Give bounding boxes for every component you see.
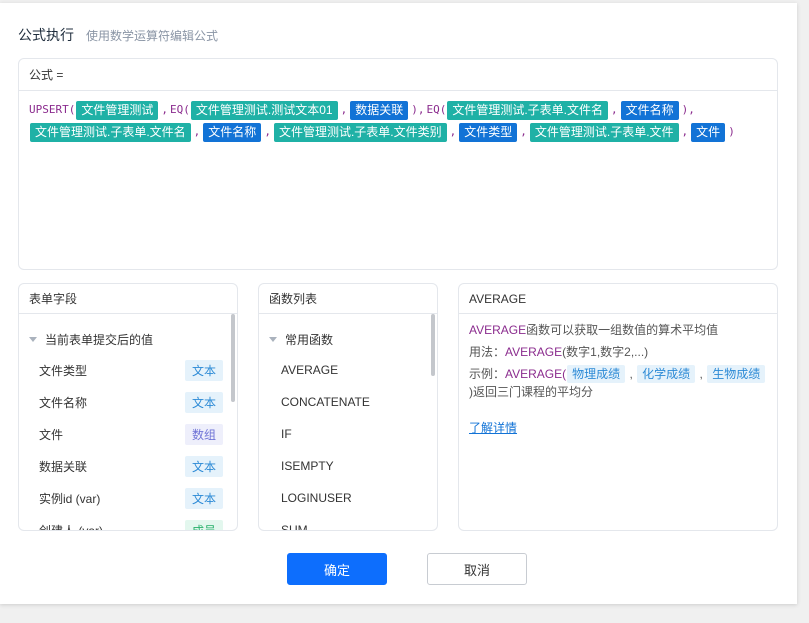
formula-field-tag[interactable]: 文件管理测试.子表单.文件名	[447, 100, 608, 120]
formula-punctuation: ,	[340, 103, 348, 116]
formula-field-tag[interactable]: 文件类型	[459, 122, 518, 142]
usage-label: 用法：	[469, 345, 506, 359]
funcs-scrollbar[interactable]	[431, 314, 435, 376]
funcs-group-header[interactable]: 常用函数	[259, 324, 437, 354]
formula-field-tag[interactable]: 文件管理测试.子表单.文件	[529, 122, 679, 142]
caret-down-icon[interactable]	[29, 336, 37, 342]
example-close: )返回三门课程的平均分	[469, 385, 593, 399]
field-name: 创建人 (var)	[39, 523, 103, 531]
formula-punctuation: ,	[264, 125, 271, 138]
confirm-button[interactable]: 确定	[287, 553, 387, 585]
fields-panel-title: 表单字段	[19, 284, 237, 314]
formula-punctuation: )	[728, 125, 735, 138]
field-type-badge: 文本	[184, 391, 223, 413]
dialog-title: 公式执行	[18, 27, 74, 43]
funcs-panel-title: 函数列表	[259, 284, 437, 314]
example-field-tag: 生物成绩	[707, 365, 766, 383]
field-item[interactable]: 文件名称 文本	[19, 386, 237, 418]
formula-punctuation: ,	[520, 125, 527, 138]
field-name: 数据关联	[39, 459, 88, 474]
field-item[interactable]: 文件类型 文本	[19, 354, 237, 386]
formula-function: EQ(	[170, 103, 190, 116]
formula-field-tag[interactable]: 数据关联	[350, 100, 409, 120]
usage-args: (数字1,数字2,...)	[562, 345, 649, 359]
desc-panel-title: AVERAGE	[459, 284, 777, 314]
field-item[interactable]: 数据关联 文本	[19, 450, 237, 482]
example-comma: ,	[696, 367, 707, 381]
field-type-badge: 文本	[184, 359, 223, 381]
fields-group-header[interactable]: 当前表单提交后的值	[19, 324, 237, 354]
field-item[interactable]: 实例id (var) 文本	[19, 482, 237, 514]
formula-punctuation: ,	[161, 103, 168, 116]
example-comma: ,	[626, 367, 637, 381]
formula-field-tag[interactable]: 文件名称	[203, 122, 262, 142]
fields-list: 文件类型 文本 文件名称 文本 文件 数组 数据关联 文本 实例id (var) 文本 创建人 (v…	[19, 354, 237, 531]
desc-fn-name: AVERAGE	[469, 323, 527, 337]
example-field-tag: 化学成绩	[637, 365, 696, 383]
formula-field-tag[interactable]: 文件	[691, 122, 726, 142]
formula-function: UPSERT(	[29, 103, 76, 116]
cancel-button[interactable]: 取消	[427, 553, 527, 585]
funcs-group-label: 常用函数	[285, 332, 334, 347]
function-item[interactable]: AVERAGE	[259, 354, 437, 386]
formula-punctuation: ,	[681, 125, 689, 138]
formula-field-tag[interactable]: 文件名称	[620, 100, 679, 120]
desc-text: 函数可以获取一组数值的算术平均值	[526, 323, 719, 337]
example-label: 示例：	[469, 367, 506, 381]
function-list-panel: 函数列表 常用函数 AVERAGE CONCATENATE IF ISEMPTY LOG…	[258, 283, 438, 531]
fields-group-label: 当前表单提交后的值	[45, 332, 154, 347]
desc-usage: 用法：AVERAGE(数字1,数字2,...)	[469, 343, 767, 361]
form-fields-panel: 表单字段 当前表单提交后的值 文件类型 文本 文件名称 文本 文件 数组 数据关联 文本 实例i…	[18, 283, 238, 531]
field-type-badge: 文本	[184, 487, 223, 509]
desc-body: AVERAGE函数可以获取一组数值的算术平均值 用法：AVERAGE(数字1,数…	[459, 314, 777, 444]
function-item[interactable]: LOGINUSER	[259, 482, 437, 514]
field-type-badge: 数组	[184, 423, 223, 445]
formula-field-tag[interactable]: 文件管理测试.子表单.文件名	[30, 122, 191, 142]
field-name: 文件	[39, 427, 64, 442]
field-name: 实例id (var)	[39, 491, 101, 506]
dialog-header: 公式执行 使用数学运算符编辑公式	[18, 25, 218, 45]
field-item[interactable]: 文件 数组	[19, 418, 237, 450]
formula-content[interactable]: UPSERT(文件管理测试, EQ(文件管理测试.测试文本01, 数据关联), EQ(…	[19, 91, 777, 151]
dialog-subtitle: 使用数学运算符编辑公式	[86, 29, 219, 43]
example-fn: AVERAGE(	[505, 367, 567, 381]
example-tags: 物理成绩 , 化学成绩 , 生物成绩	[566, 365, 766, 383]
field-type-badge: 文本	[184, 455, 223, 477]
formula-field-tag[interactable]: 文件管理测试.子表单.文件类别	[273, 122, 447, 142]
formula-function: EQ(	[426, 103, 447, 116]
formula-field-tag[interactable]: 文件管理测试.测试文本01	[190, 100, 338, 120]
caret-down-icon[interactable]	[269, 336, 277, 342]
formula-punctuation: ,	[449, 125, 457, 138]
fields-scrollbar[interactable]	[231, 314, 235, 402]
desc-example: 示例：AVERAGE(物理成绩 , 化学成绩 , 生物成绩 )返回三门课程的平均分	[469, 365, 767, 401]
formula-editor[interactable]: 公式 = UPSERT(文件管理测试, EQ(文件管理测试.测试文本01, 数据关联…	[18, 58, 778, 270]
function-item[interactable]: CONCATENATE	[259, 386, 437, 418]
field-name: 文件类型	[39, 363, 88, 378]
formula-label: 公式 =	[19, 59, 777, 91]
function-item[interactable]: ISEMPTY	[259, 450, 437, 482]
formula-punctuation: ),	[411, 103, 425, 116]
function-item[interactable]: SUM	[259, 514, 437, 530]
formula-punctuation: ),	[681, 103, 695, 116]
field-item[interactable]: 创建人 (var) 成员	[19, 514, 237, 531]
formula-punctuation: ,	[611, 103, 618, 116]
field-name: 文件名称	[39, 395, 88, 410]
example-field-tag: 物理成绩	[567, 365, 626, 383]
desc-summary: AVERAGE函数可以获取一组数值的算术平均值	[469, 321, 767, 339]
funcs-list: AVERAGE CONCATENATE IF ISEMPTY LOGINUSER SUM	[259, 354, 437, 530]
function-description-panel: AVERAGE AVERAGE函数可以获取一组数值的算术平均值 用法：AVERA…	[458, 283, 778, 531]
formula-field-tag[interactable]: 文件管理测试	[76, 100, 159, 120]
field-type-badge: 成员	[184, 519, 223, 530]
learn-more-link[interactable]: 了解详情	[469, 419, 517, 437]
formula-punctuation: ,	[193, 125, 201, 138]
function-item[interactable]: IF	[259, 418, 437, 450]
formula-dialog: 公式执行 使用数学运算符编辑公式 公式 = UPSERT(文件管理测试, EQ(文…	[0, 3, 797, 604]
usage-fn: AVERAGE	[505, 345, 563, 359]
